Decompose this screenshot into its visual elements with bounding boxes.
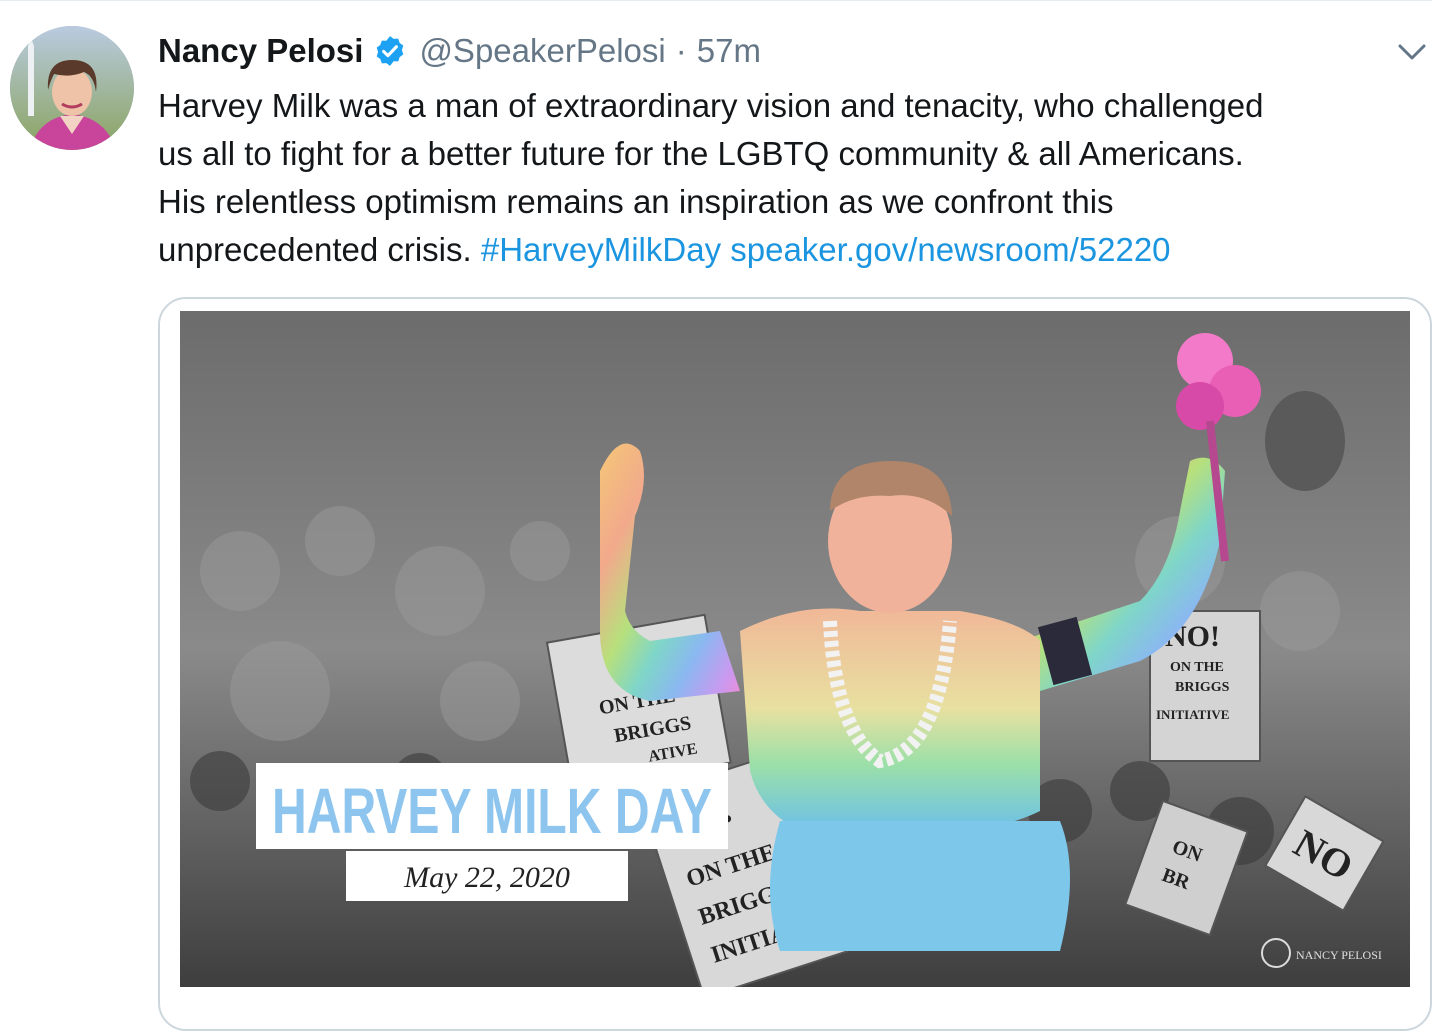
author-name[interactable]: Nancy Pelosi — [158, 32, 363, 70]
top-divider — [0, 0, 1432, 1]
header-separator: · — [675, 32, 687, 69]
sign-text: ON THE — [1170, 660, 1224, 675]
tweet-timestamp[interactable]: 57m — [697, 32, 761, 70]
media-card[interactable]: N ON THE BRIGGS ATIVE ! ON THE BRIGGS IN… — [158, 297, 1432, 1031]
avatar-photo — [10, 26, 134, 150]
balloon — [1265, 391, 1345, 491]
tweet-text: Harvey Milk was a man of extraordinary v… — [158, 82, 1428, 274]
url-link[interactable]: speaker.gov/newsroom/52220 — [730, 231, 1170, 268]
tweet-text-line-last: unprecedented crisis. #HarveyMilkDay spe… — [158, 226, 1428, 274]
tweet-text-line: unprecedented crisis. — [158, 231, 472, 268]
sign-text: INITIATIVE — [1156, 707, 1229, 722]
verified-badge-icon — [373, 34, 407, 68]
hashtag-link[interactable]: #HarveyMilkDay — [481, 231, 721, 268]
overlay-title: HARVEY MILK DAY — [272, 775, 712, 847]
tweet-text-line: His relentless optimism remains an inspi… — [158, 183, 1114, 220]
watermark-text: NANCY PELOSI — [1296, 948, 1382, 962]
tweet-text-line: us all to fight for a better future for … — [158, 135, 1244, 172]
author-handle[interactable]: @SpeakerPelosi — [419, 32, 665, 70]
sign-text: BRIGGS — [1175, 680, 1230, 695]
chevron-down-icon[interactable] — [1392, 36, 1432, 66]
overlay-date: May 22, 2020 — [403, 861, 570, 894]
tweet-text-line: Harvey Milk was a man of extraordinary v… — [158, 87, 1264, 124]
tweet-header: Nancy Pelosi @SpeakerPelosi · 57m — [158, 26, 761, 76]
tweet-image[interactable]: N ON THE BRIGGS ATIVE ! ON THE BRIGGS IN… — [180, 311, 1410, 987]
author-avatar[interactable] — [10, 26, 134, 150]
